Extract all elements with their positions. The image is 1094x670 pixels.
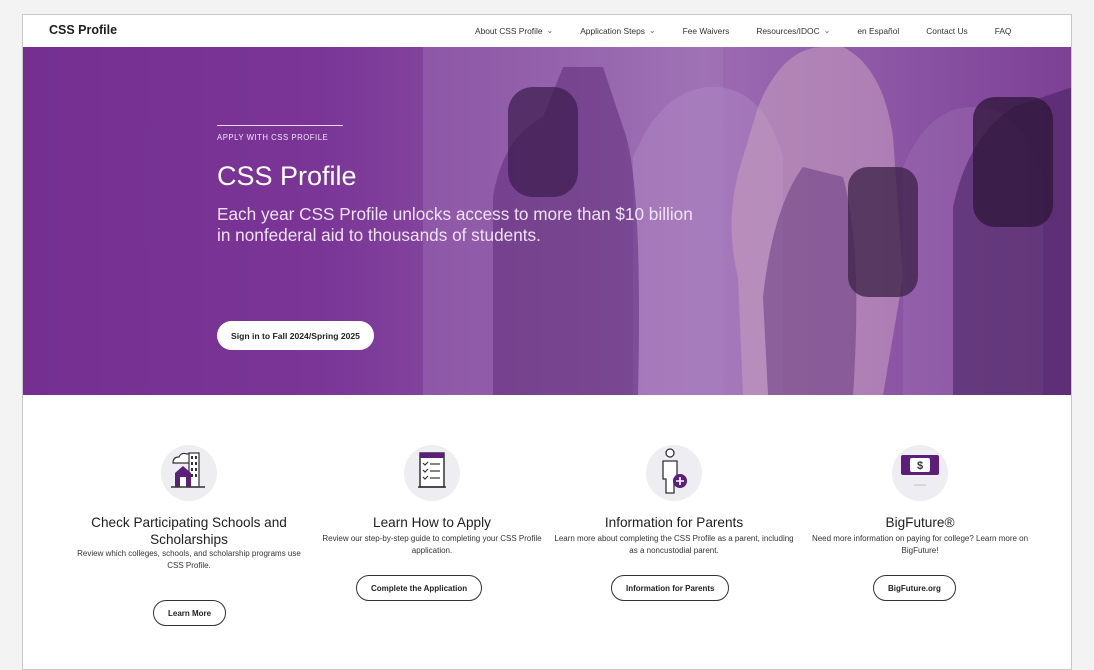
checklist-icon bbox=[404, 445, 460, 501]
eyebrow-divider bbox=[217, 125, 343, 126]
hero-banner: APPLY WITH CSS PROFILE CSS Profile Each … bbox=[23, 47, 1071, 395]
chevron-down-icon: ⌄ bbox=[546, 25, 554, 35]
bigfuture-button[interactable]: BigFuture.org bbox=[873, 575, 956, 601]
svg-text:$: $ bbox=[917, 460, 923, 472]
nav-resources-idoc[interactable]: Resources/IDOC ⌄ bbox=[756, 25, 831, 37]
main-nav: About CSS Profile ⌄ Application Steps ⌄ Fe… bbox=[475, 15, 1038, 47]
nav-label: About CSS Profile bbox=[475, 26, 543, 36]
nav-label: Fee Waivers bbox=[682, 26, 730, 36]
information-for-parents-button[interactable]: Information for Parents bbox=[611, 575, 730, 601]
feature-cards: Check Participating Schools and Scholars… bbox=[23, 405, 1071, 665]
nav-contact-us[interactable]: Contact Us bbox=[926, 26, 967, 36]
hero-eyebrow: APPLY WITH CSS PROFILE bbox=[217, 133, 329, 142]
sign-in-button[interactable]: Sign in to Fall 2024/Spring 2025 bbox=[217, 321, 374, 350]
nav-about-css-profile[interactable]: About CSS Profile ⌄ bbox=[475, 25, 554, 37]
dollar-bill-icon: $ bbox=[892, 445, 948, 501]
school-building-icon bbox=[161, 445, 217, 501]
site-logo[interactable]: CSS Profile bbox=[49, 23, 117, 37]
nav-fee-waivers[interactable]: Fee Waivers bbox=[683, 26, 730, 36]
card-description: Learn more about completing the CSS Prof… bbox=[554, 534, 794, 555]
nav-label: en Español bbox=[857, 26, 900, 36]
nav-label: Contact Us bbox=[926, 26, 968, 36]
browser-page: CSS Profile About CSS Profile ⌄ Applicati… bbox=[22, 14, 1072, 670]
hero-subtitle: Each year CSS Profile unlocks access to … bbox=[217, 204, 693, 245]
site-header: CSS Profile About CSS Profile ⌄ Applicati… bbox=[23, 15, 1071, 47]
nav-application-steps[interactable]: Application Steps ⌄ bbox=[580, 25, 656, 37]
card-description: Need more information on paying for coll… bbox=[811, 534, 1029, 555]
card-description: Review which colleges, schools, and scho… bbox=[77, 549, 301, 570]
nav-en-espanol[interactable]: en Español bbox=[857, 26, 899, 36]
card-title: Learn How to Apply bbox=[373, 515, 491, 530]
card-title: Check Participating Schools and Scholars… bbox=[91, 515, 287, 547]
nav-label: FAQ bbox=[994, 26, 1012, 36]
chevron-down-icon: ⌄ bbox=[648, 25, 656, 35]
learn-more-button[interactable]: Learn More bbox=[153, 600, 227, 626]
parent-add-icon bbox=[646, 445, 702, 501]
nav-faq[interactable]: FAQ bbox=[995, 26, 1012, 36]
chevron-down-icon: ⌄ bbox=[823, 25, 831, 35]
hero-content: APPLY WITH CSS PROFILE CSS Profile Each … bbox=[217, 125, 737, 350]
nav-label: Application Steps bbox=[580, 26, 645, 36]
complete-application-button[interactable]: Complete the Application bbox=[356, 575, 483, 601]
card-title: BigFuture® bbox=[885, 515, 955, 530]
card-title: Information for Parents bbox=[604, 515, 744, 530]
card-description: Review our step-by-step guide to complet… bbox=[322, 534, 542, 555]
hero-title: CSS Profile bbox=[217, 161, 357, 191]
nav-label: Resources/IDOC bbox=[756, 26, 820, 36]
